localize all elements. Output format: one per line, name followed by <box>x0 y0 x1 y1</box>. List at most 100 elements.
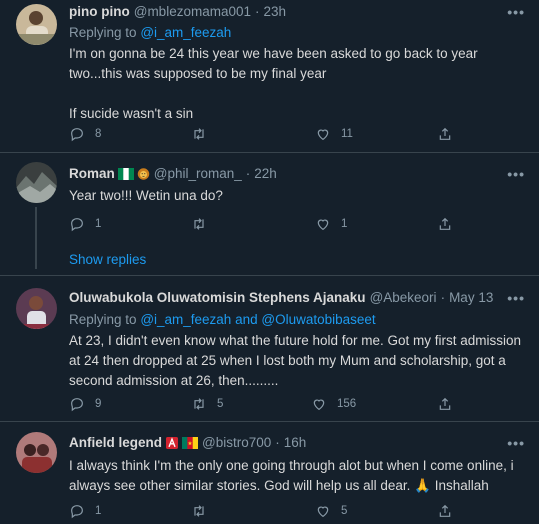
nigeria-flag-icon <box>117 167 134 180</box>
share-button[interactable] <box>437 126 463 142</box>
retweet-icon <box>194 218 204 230</box>
more-options-icon[interactable]: ••• <box>507 4 525 20</box>
tweet-text: I'm on gonna be 24 this year we have bee… <box>69 44 524 124</box>
tweet-text-paragraph: At 23, I didn't even know what the futur… <box>69 333 522 388</box>
avatar[interactable] <box>16 288 57 329</box>
cameroon-flag-icon <box>182 436 199 449</box>
replying-to-label: Replying to <box>69 25 137 40</box>
retweet-count: 5 <box>217 398 224 410</box>
tweet-text: Year two!!! Wetin una do? <box>69 186 524 206</box>
timestamp[interactable]: 22h <box>254 166 277 181</box>
like-count: 1 <box>341 218 348 230</box>
tweet-header: Anfield legend @bistro700 · 16h <box>69 435 306 450</box>
timestamp[interactable]: 16h <box>284 435 307 450</box>
reply-button[interactable]: 9 <box>69 396 101 412</box>
action-bar: 1 1 <box>69 216 469 234</box>
retweet-button[interactable] <box>191 126 217 142</box>
like-button[interactable]: 156 <box>311 396 356 412</box>
tweet-4[interactable]: Anfield legend @bistro700 · 16h ••• I al… <box>0 422 539 524</box>
like-button[interactable]: 11 <box>315 126 353 142</box>
more-options-icon[interactable]: ••• <box>507 290 525 306</box>
share-button[interactable] <box>437 216 463 232</box>
show-replies-link[interactable]: Show replies <box>69 252 146 267</box>
avatar[interactable] <box>16 162 57 203</box>
action-bar: 8 11 <box>69 126 469 144</box>
replying-to-link[interactable]: @i_am_feezah <box>140 312 231 327</box>
tweet-text-paragraph: Year two!!! Wetin una do? <box>69 188 223 203</box>
more-options-icon[interactable]: ••• <box>507 166 525 182</box>
replying-to-and: and <box>235 312 258 327</box>
tweet-text-paragraph: If sucide wasn't a sin <box>69 106 194 121</box>
retweet-button[interactable] <box>191 503 217 519</box>
like-count: 11 <box>341 128 353 140</box>
retweet-button[interactable]: 5 <box>191 396 223 412</box>
reply-button[interactable]: 1 <box>69 503 101 519</box>
avatar[interactable] <box>16 432 57 473</box>
separator-dot: · <box>255 4 260 19</box>
reply-icon <box>71 398 83 412</box>
share-button[interactable] <box>437 396 463 412</box>
reply-count: 1 <box>95 505 102 517</box>
action-bar: 9 5 156 <box>69 396 469 414</box>
reply-count: 1 <box>95 218 102 230</box>
user-handle[interactable]: @mblezomama001 <box>134 4 251 19</box>
replying-to-link[interactable]: @Oluwatobibaseet <box>261 312 375 327</box>
reply-button[interactable]: 1 <box>69 216 101 232</box>
reply-count: 8 <box>95 128 102 140</box>
retweet-button[interactable] <box>191 216 217 232</box>
more-options-icon[interactable]: ••• <box>507 435 525 451</box>
display-name[interactable]: Oluwabukola Oluwatomisin Stephens Ajanak… <box>69 290 366 305</box>
retweet-icon <box>194 128 204 140</box>
separator-dot: · <box>440 290 446 305</box>
reply-icon <box>71 505 83 519</box>
user-handle[interactable]: @phil_roman_ <box>154 166 242 181</box>
heart-icon <box>313 399 325 411</box>
tweet-3[interactable]: Oluwabukola Oluwatomisin Stephens Ajanak… <box>0 276 539 420</box>
separator-dot: · <box>275 435 280 450</box>
reply-count: 9 <box>95 398 102 410</box>
share-icon <box>439 127 451 140</box>
like-button[interactable]: 1 <box>315 216 347 232</box>
thread-line <box>35 207 37 269</box>
replying-to: Replying to @i_am_feezah and @Oluwatobib… <box>69 312 376 327</box>
tweet-2[interactable]: Roman @phil_roman_ · 22h ••• Year two!!!… <box>0 153 539 274</box>
avatar[interactable] <box>16 4 57 45</box>
tweet-1[interactable]: pino pino @mblezomama001 · 23h ••• Reply… <box>0 0 539 152</box>
lion-icon <box>137 167 149 180</box>
display-name[interactable]: Roman <box>69 166 115 181</box>
replying-to-label: Replying to <box>69 312 137 327</box>
user-handle[interactable]: @Abekeori <box>370 290 437 305</box>
tweet-header: pino pino @mblezomama001 · 23h <box>69 4 286 19</box>
share-icon <box>439 397 451 410</box>
tweet-header: Roman @phil_roman_ · 22h <box>69 166 277 181</box>
user-handle[interactable]: @bistro700 <box>202 435 271 450</box>
tweet-text: At 23, I didn't even know what the futur… <box>69 331 524 391</box>
display-name[interactable]: Anfield legend <box>69 435 162 450</box>
replying-to-link[interactable]: @i_am_feezah <box>140 25 231 40</box>
timestamp[interactable]: May 13 <box>449 290 493 305</box>
share-button[interactable] <box>437 503 463 519</box>
share-icon <box>439 504 451 517</box>
tweet-text: I always think I'm the only one going th… <box>69 456 524 496</box>
like-button[interactable]: 5 <box>315 503 347 519</box>
heart-icon <box>317 219 329 231</box>
heart-icon <box>317 506 329 518</box>
action-bar: 1 5 <box>69 503 469 521</box>
share-icon <box>439 217 451 230</box>
heart-icon <box>317 129 329 141</box>
letter-a-badge-icon <box>166 436 179 449</box>
tweet-header: Oluwabukola Oluwatomisin Stephens Ajanak… <box>69 290 493 305</box>
reply-icon <box>71 218 83 232</box>
retweet-icon <box>194 505 204 517</box>
replying-to: Replying to @i_am_feezah <box>69 25 231 40</box>
timestamp[interactable]: 23h <box>264 4 287 19</box>
tweet-text-paragraph: I'm on gonna be 24 this year we have bee… <box>69 46 478 81</box>
retweet-icon <box>194 398 204 410</box>
reply-icon <box>71 128 83 142</box>
reply-button[interactable]: 8 <box>69 126 101 142</box>
separator-dot: · <box>245 166 251 181</box>
tweet-text-paragraph: I always think I'm the only one going th… <box>69 458 514 493</box>
display-name[interactable]: pino pino <box>69 4 130 19</box>
like-count: 156 <box>337 398 357 410</box>
like-count: 5 <box>341 505 348 517</box>
